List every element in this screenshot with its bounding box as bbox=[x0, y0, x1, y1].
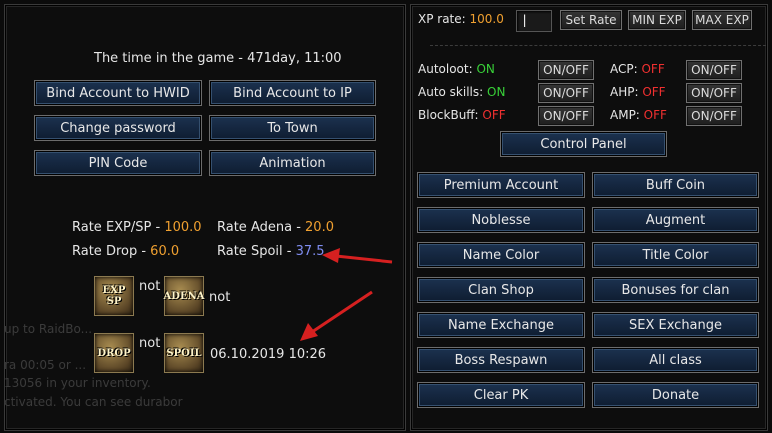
rate-drop-label: Rate Drop - bbox=[72, 244, 151, 259]
adena-badge-text: ADENA bbox=[163, 290, 205, 302]
animation-button[interactable]: Animation bbox=[209, 150, 376, 176]
xp-rate-value: 100.0 bbox=[469, 12, 504, 26]
max-exp-button[interactable]: MAX EXP bbox=[692, 10, 752, 30]
name-exchange-button[interactable]: Name Exchange bbox=[417, 312, 585, 338]
xp-rate-label: XP rate: bbox=[418, 12, 470, 26]
drop-badge-text: DROP bbox=[97, 347, 131, 359]
premium-account-button[interactable]: Premium Account bbox=[417, 172, 585, 198]
clear-pk-button[interactable]: Clear PK bbox=[417, 382, 585, 408]
xp-rate-input[interactable]: | bbox=[516, 10, 552, 32]
rate-drop-value: 60.0 bbox=[150, 244, 180, 259]
blockbuff-toggle-button[interactable]: ON/OFF bbox=[538, 106, 594, 126]
game-time-text: The time in the game - 471day, 11:00 bbox=[94, 51, 342, 66]
exp-sp-boost-icon: EXP SP bbox=[94, 276, 134, 316]
drop-boost-icon: DROP bbox=[94, 333, 134, 373]
background-chat-line: 13056 in your inventory. bbox=[4, 376, 151, 390]
rate-exp-sp-value: 100.0 bbox=[164, 220, 202, 235]
ahp-status: AHP: OFF bbox=[610, 85, 666, 99]
amp-status: AMP: OFF bbox=[610, 108, 667, 122]
name-color-button[interactable]: Name Color bbox=[417, 242, 585, 268]
spoil-badge-text: SPOIL bbox=[166, 347, 202, 359]
acp-value: OFF bbox=[641, 62, 665, 76]
clan-shop-button[interactable]: Clan Shop bbox=[417, 277, 585, 303]
blockbuff-label: BlockBuff: bbox=[418, 108, 483, 122]
rate-exp-sp-label: Rate EXP/SP - bbox=[72, 220, 165, 235]
set-rate-button[interactable]: Set Rate bbox=[560, 10, 622, 30]
amp-label: AMP: bbox=[610, 108, 644, 122]
all-class-button[interactable]: All class bbox=[592, 347, 759, 373]
auto-skills-value: ON bbox=[487, 85, 506, 99]
rate-adena-value: 20.0 bbox=[305, 220, 334, 235]
control-panel-button[interactable]: Control Panel bbox=[500, 131, 667, 157]
auto-skills-status: Auto skills: ON bbox=[418, 85, 505, 99]
adena-boost-icon: ADENA bbox=[164, 276, 204, 316]
spoil-boost-status: 06.10.2019 10:26 bbox=[210, 347, 327, 362]
sex-exchange-button[interactable]: SEX Exchange bbox=[592, 312, 759, 338]
spoil-boost-icon: SPOIL bbox=[164, 333, 204, 373]
ahp-toggle-button[interactable]: ON/OFF bbox=[686, 83, 742, 103]
augment-button[interactable]: Augment bbox=[592, 207, 759, 233]
blockbuff-value: OFF bbox=[482, 108, 506, 122]
rate-drop: Rate Drop - 60.0 bbox=[72, 244, 179, 259]
autoloot-status: Autoloot: ON bbox=[418, 62, 495, 76]
ahp-label: AHP: bbox=[610, 85, 643, 99]
acp-toggle-button[interactable]: ON/OFF bbox=[686, 60, 742, 80]
background-chat-line: up to RaidBo... bbox=[4, 322, 93, 336]
bonuses-for-clan-button[interactable]: Bonuses for clan bbox=[592, 277, 759, 303]
title-color-button[interactable]: Title Color bbox=[592, 242, 759, 268]
xp-rate: XP rate: 100.0 bbox=[418, 12, 504, 26]
rate-spoil-value: 37.5 bbox=[295, 244, 325, 259]
blockbuff-status: BlockBuff: OFF bbox=[418, 108, 506, 122]
to-town-button[interactable]: To Town bbox=[209, 115, 376, 141]
ahp-value: OFF bbox=[642, 85, 666, 99]
drop-boost-status: not bbox=[139, 336, 161, 351]
change-password-button[interactable]: Change password bbox=[34, 115, 202, 141]
boss-respawn-button[interactable]: Boss Respawn bbox=[417, 347, 585, 373]
rate-spoil-label: Rate Spoil - bbox=[217, 244, 296, 259]
auto-skills-label: Auto skills: bbox=[418, 85, 487, 99]
autoloot-value: ON bbox=[476, 62, 495, 76]
acp-label: ACP: bbox=[610, 62, 642, 76]
pin-code-button[interactable]: PIN Code bbox=[34, 150, 202, 176]
autoloot-label: Autoloot: bbox=[418, 62, 477, 76]
autoloot-toggle-button[interactable]: ON/OFF bbox=[538, 60, 594, 80]
adena-boost-status: not bbox=[209, 290, 231, 305]
acp-status: ACP: OFF bbox=[610, 62, 665, 76]
amp-toggle-button[interactable]: ON/OFF bbox=[686, 106, 742, 126]
rate-exp-sp: Rate EXP/SP - 100.0 bbox=[72, 220, 202, 235]
bind-hwid-button[interactable]: Bind Account to HWID bbox=[34, 80, 202, 106]
divider bbox=[430, 45, 766, 47]
exp-sp-badge-text: EXP SP bbox=[102, 285, 126, 307]
rate-adena: Rate Adena - 20.0 bbox=[217, 220, 334, 235]
bind-ip-button[interactable]: Bind Account to IP bbox=[209, 80, 376, 106]
buff-coin-button[interactable]: Buff Coin bbox=[592, 172, 759, 198]
amp-value: OFF bbox=[643, 108, 667, 122]
rate-adena-label: Rate Adena - bbox=[217, 220, 306, 235]
background-chat-line: ctivated. You can see durabor bbox=[4, 395, 183, 409]
auto-skills-toggle-button[interactable]: ON/OFF bbox=[538, 83, 594, 103]
min-exp-button[interactable]: MIN EXP bbox=[628, 10, 686, 30]
exp-sp-boost-status: not bbox=[139, 279, 161, 294]
background-chat-line: ra 00:05 or ... bbox=[4, 358, 87, 372]
rate-spoil: Rate Spoil - 37.5 bbox=[217, 244, 325, 259]
noblesse-button[interactable]: Noblesse bbox=[417, 207, 585, 233]
donate-button[interactable]: Donate bbox=[592, 382, 759, 408]
